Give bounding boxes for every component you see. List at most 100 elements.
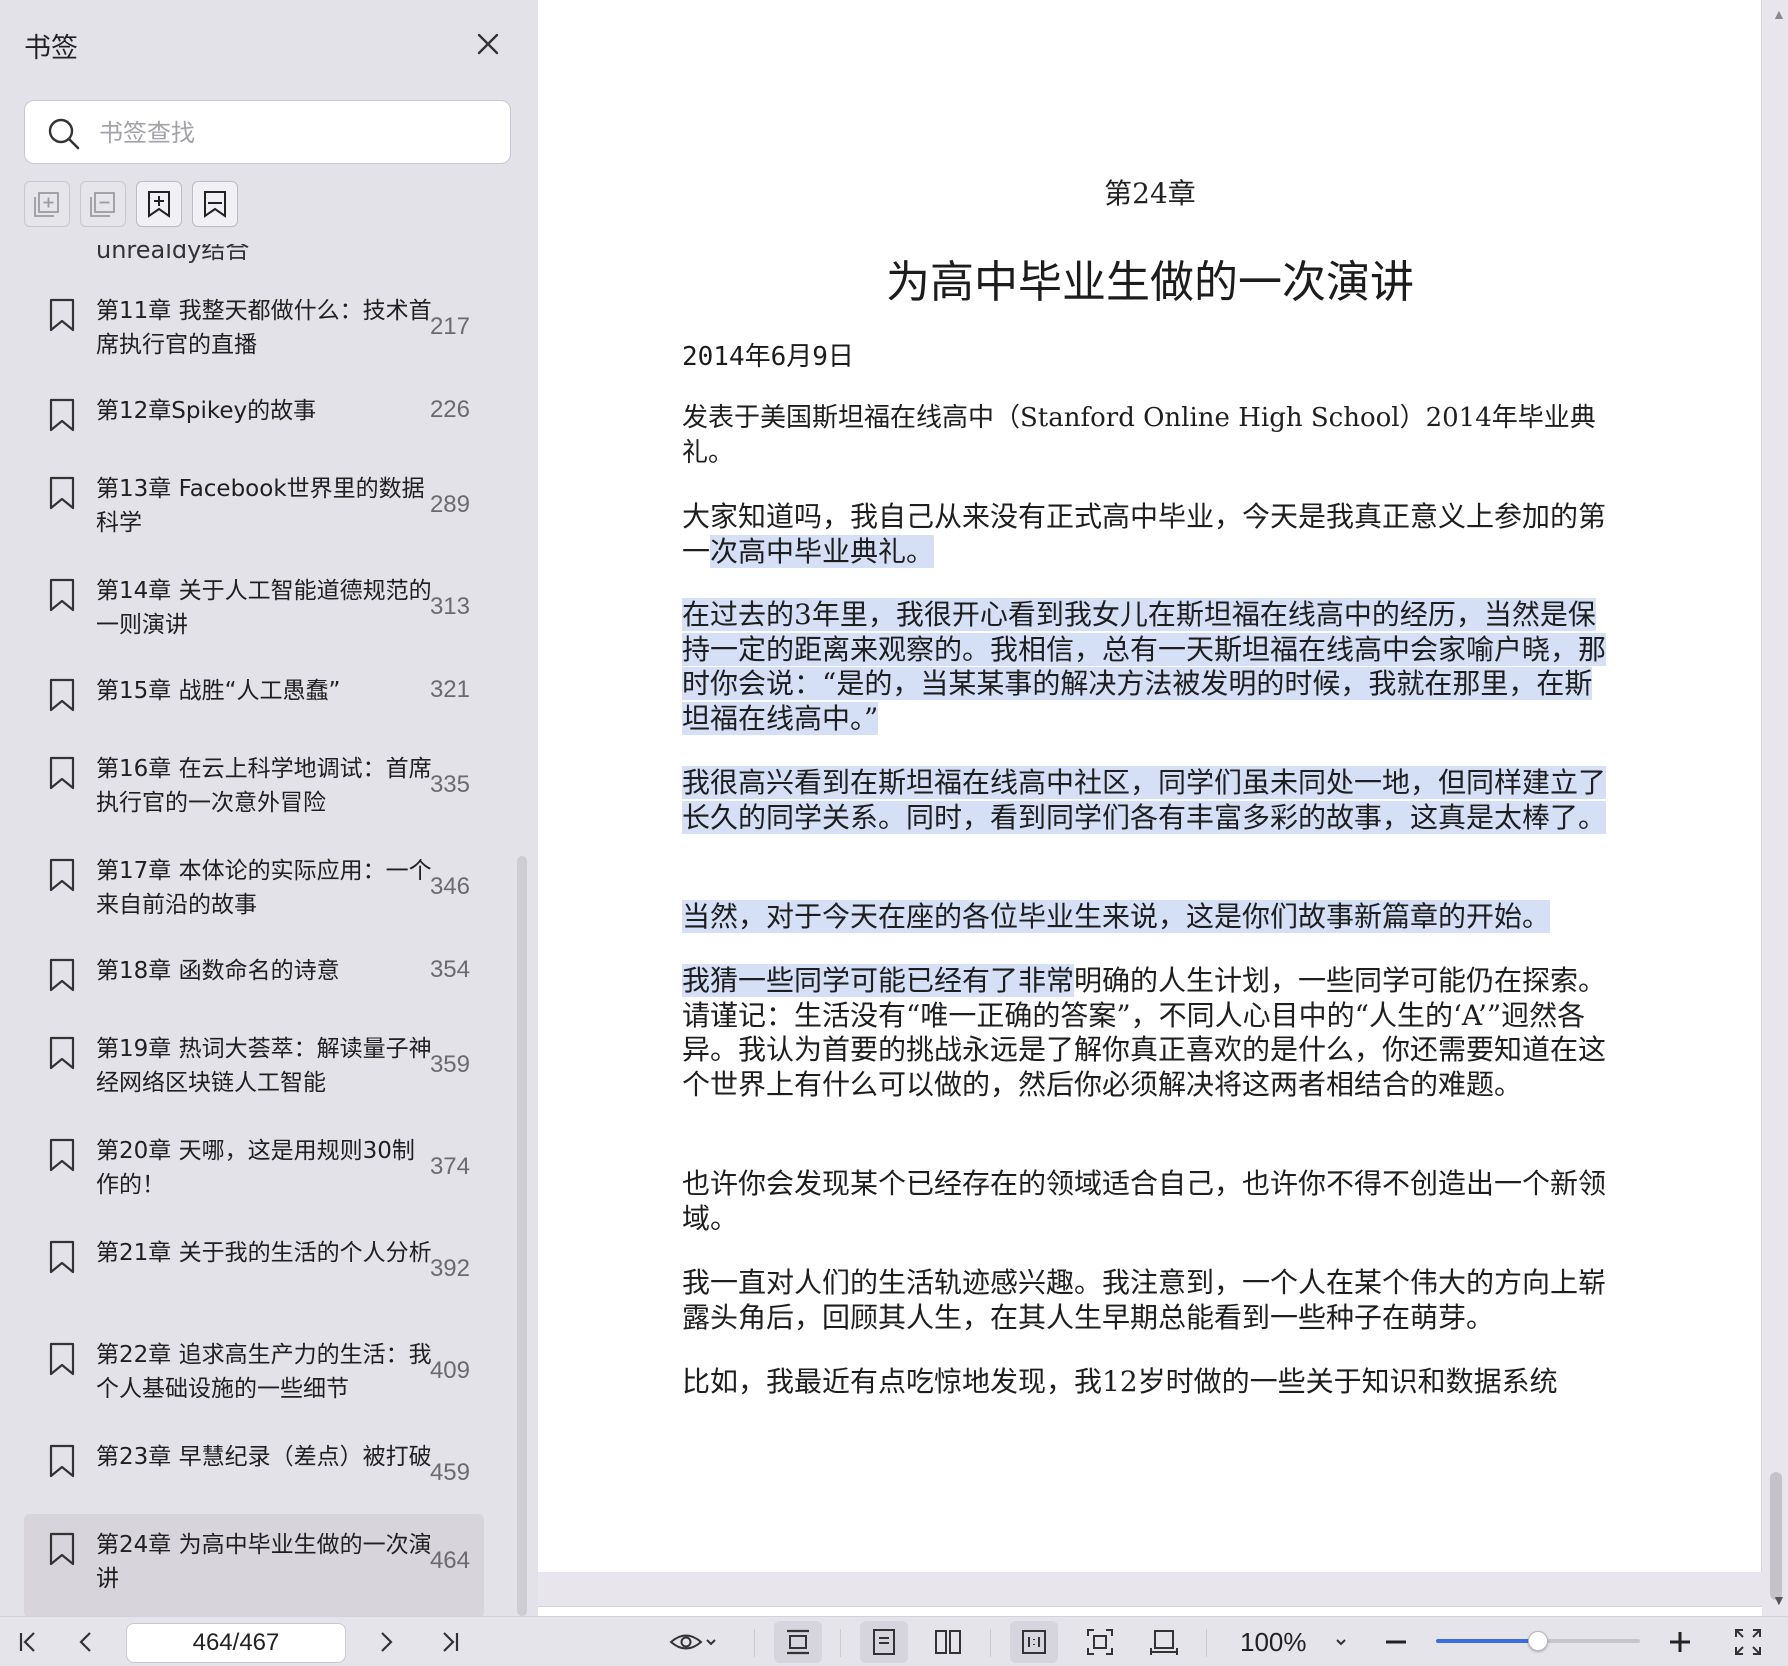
sidebar-title: 书签 <box>24 33 78 63</box>
bookmark-item[interactable]: 第24章 为高中毕业生做的一次演讲 464 <box>24 1514 484 1616</box>
bookmark-item[interactable]: 第18章 函数命名的诗意 354 <box>24 954 484 1016</box>
last-page-button[interactable] <box>430 1621 470 1663</box>
bookmark-page-number: 459 <box>429 1459 470 1486</box>
bookmark-title: 第21章 关于我的生活的个人分析 <box>96 1240 432 1266</box>
bookmark-page-number: 392 <box>429 1255 470 1282</box>
first-page-icon <box>19 1632 35 1652</box>
bookmark-sidebar: 书签 unrealdy结合 第11章 我整天都做什么：技术首席执行官的直播21 <box>0 0 538 1616</box>
bookmark-search-box <box>24 100 511 164</box>
bookmark-icon <box>49 398 75 432</box>
chevron-down-icon <box>1336 1639 1346 1646</box>
bookmark-icon <box>49 1138 75 1172</box>
actual-size-button[interactable] <box>1010 1621 1058 1663</box>
bookmark-item[interactable]: 第14章 关于人工智能道德规范的一则演讲 313 <box>24 574 484 660</box>
document-page: 第24章 为高中毕业生做的一次演讲 2014年6月9日 发表于美国斯坦福在线高中… <box>538 0 1762 1572</box>
speech-date: 2014年6月9日 <box>682 342 854 372</box>
bookmark-item[interactable]: 第11章 我整天都做什么：技术首席执行官的直播 217 <box>24 294 484 380</box>
zoom-in-button[interactable] <box>1662 1621 1698 1663</box>
bookmark-toolbar <box>24 181 238 227</box>
scroll-up-arrow[interactable]: ▲ <box>1772 6 1786 22</box>
separator <box>1206 1629 1207 1657</box>
fit-page-icon <box>1087 1629 1113 1655</box>
last-page-icon <box>443 1632 459 1652</box>
paragraph-5-highlight: 我猜一些同学可能已经有了非常 <box>682 964 1075 997</box>
bookmark-item[interactable]: 第22章 追求高生产力的生活：我个人基础设施的一些细节 409 <box>24 1338 484 1424</box>
add-bookmark-button[interactable] <box>136 181 182 227</box>
bookmark-item[interactable]: 第16章 在云上科学地调试：首席执行官的一次意外冒险 335 <box>24 752 484 838</box>
paragraph-8: 比如，我最近有点吃惊地发现，我12岁时做的一些关于知识和数据系统 <box>682 1365 1558 1398</box>
bookmark-item[interactable]: 第13章 Facebook世界里的数据科学 289 <box>24 472 484 558</box>
minus-icon <box>1386 1640 1406 1644</box>
bookmark-page-number: 359 <box>429 1051 470 1078</box>
bookmark-page-number: 217 <box>429 313 470 340</box>
document-viewport: ▲ 第24章 为高中毕业生做的一次演讲 2014年6月9日 发表于美国斯坦福在线… <box>538 0 1788 1616</box>
collapse-all-icon <box>90 192 115 217</box>
view-mode-dropdown[interactable] <box>662 1621 726 1663</box>
close-icon[interactable] <box>468 24 508 64</box>
zoom-slider[interactable] <box>1436 1631 1640 1651</box>
single-page-button[interactable] <box>860 1621 908 1663</box>
expand-all-button[interactable] <box>24 181 70 227</box>
bookmark-item[interactable]: 第21章 关于我的生活的个人分析 392 <box>24 1236 484 1322</box>
paragraph-3-highlight: 我很高兴看到在斯坦福在线高中社区，同学们虽未同处一地，但同样建立了长久的同学关系… <box>682 766 1607 834</box>
bookmark-item[interactable]: 第12章Spikey的故事 226 <box>24 394 484 456</box>
zoom-slider-knob[interactable] <box>1528 1631 1548 1651</box>
bookmark-icon <box>49 1036 75 1070</box>
bookmark-icon <box>49 858 75 892</box>
bookmark-title: 第18章 函数命名的诗意 <box>96 958 340 984</box>
bookmark-item[interactable]: 第17章 本体论的实际应用：一个来自前沿的故事 346 <box>24 854 484 940</box>
chapter-number: 第24章 <box>1104 177 1196 210</box>
fullscreen-icon <box>1735 1629 1761 1655</box>
sidebar-scrollbar[interactable] <box>517 856 527 1616</box>
paragraph-6: 也许你会发现某个已经存在的领域适合自己，也许你不得不创造出一个新领域。 <box>682 1167 1607 1235</box>
bookmark-title: 第23章 早慧纪录（差点）被打破 <box>96 1444 432 1470</box>
two-page-icon <box>935 1630 961 1654</box>
zoom-out-button[interactable] <box>1378 1621 1414 1663</box>
two-page-button[interactable] <box>924 1621 972 1663</box>
bookmark-button[interactable] <box>192 181 238 227</box>
continuous-scroll-icon <box>787 1629 809 1655</box>
paragraph-3: 我很高兴看到在斯坦福在线高中社区，同学们虽未同处一地，但同样建立了长久的同学关系… <box>682 766 1618 835</box>
pdf-reader-window: 书签 unrealdy结合 第11章 我整天都做什么：技术首席执行官的直播21 <box>0 0 1788 1666</box>
paragraph-1-highlight: 次高中毕业典礼。 <box>710 534 935 568</box>
add-bookmark-icon <box>148 191 170 218</box>
bookmark-page-number: 374 <box>429 1153 470 1180</box>
bookmark-icon <box>49 1532 75 1566</box>
first-page-button[interactable] <box>8 1621 48 1663</box>
bookmark-page-number: 313 <box>429 593 470 620</box>
expand-all-icon <box>34 192 59 217</box>
separator <box>840 1629 841 1657</box>
bookmark-item[interactable]: 第20章 天哪，这是用规则30制作的！ 374 <box>24 1134 484 1220</box>
previous-page-button[interactable] <box>66 1621 106 1663</box>
continuous-scroll-button[interactable] <box>774 1621 822 1663</box>
separator <box>990 1629 991 1657</box>
page-number-input[interactable] <box>126 1623 346 1663</box>
scroll-down-arrow[interactable]: ▼ <box>1772 1592 1786 1608</box>
fit-page-button[interactable] <box>1076 1621 1124 1663</box>
paragraph-4: 当然，对于今天在座的各位毕业生来说，这是你们故事新篇章的开始。 <box>682 900 1618 935</box>
bookmark-item[interactable]: 第19章 热词大荟萃：解读量子神经网络区块链人工智能 359 <box>24 1032 484 1118</box>
zoom-level[interactable]: 100% <box>1240 1627 1307 1658</box>
fit-width-button[interactable] <box>1140 1621 1188 1663</box>
separator <box>754 1629 755 1657</box>
zoom-dropdown[interactable] <box>1326 1621 1356 1663</box>
chevron-right-icon <box>381 1632 393 1652</box>
plus-icon <box>1670 1632 1690 1652</box>
bookmark-title: 第14章 关于人工智能道德规范的一则演讲 <box>96 578 432 638</box>
fit-width-icon <box>1150 1630 1178 1655</box>
collapse-all-button[interactable] <box>80 181 126 227</box>
next-page-button[interactable] <box>366 1621 406 1663</box>
single-page-icon <box>873 1629 895 1655</box>
bookmark-item[interactable]: 第15章 战胜“人工愚蠢” 321 <box>24 674 484 736</box>
bookmark-icon <box>49 476 75 510</box>
bookmark-search-input[interactable] <box>99 113 489 153</box>
document-scrollbar[interactable] <box>1770 1472 1782 1600</box>
bookmark-page-number: 346 <box>429 873 470 900</box>
bookmark-icon <box>49 1342 75 1376</box>
bookmark-page-number: 409 <box>429 1357 470 1384</box>
bookmark-icon <box>49 678 75 712</box>
paragraph-2: 在过去的3年里，我很开心看到我女儿在斯坦福在线高中的经历，当然是保持一定的距离来… <box>682 598 1618 736</box>
bookmark-page-number: 335 <box>429 771 470 798</box>
bookmark-icon <box>49 958 75 992</box>
fullscreen-button[interactable] <box>1728 1621 1768 1663</box>
